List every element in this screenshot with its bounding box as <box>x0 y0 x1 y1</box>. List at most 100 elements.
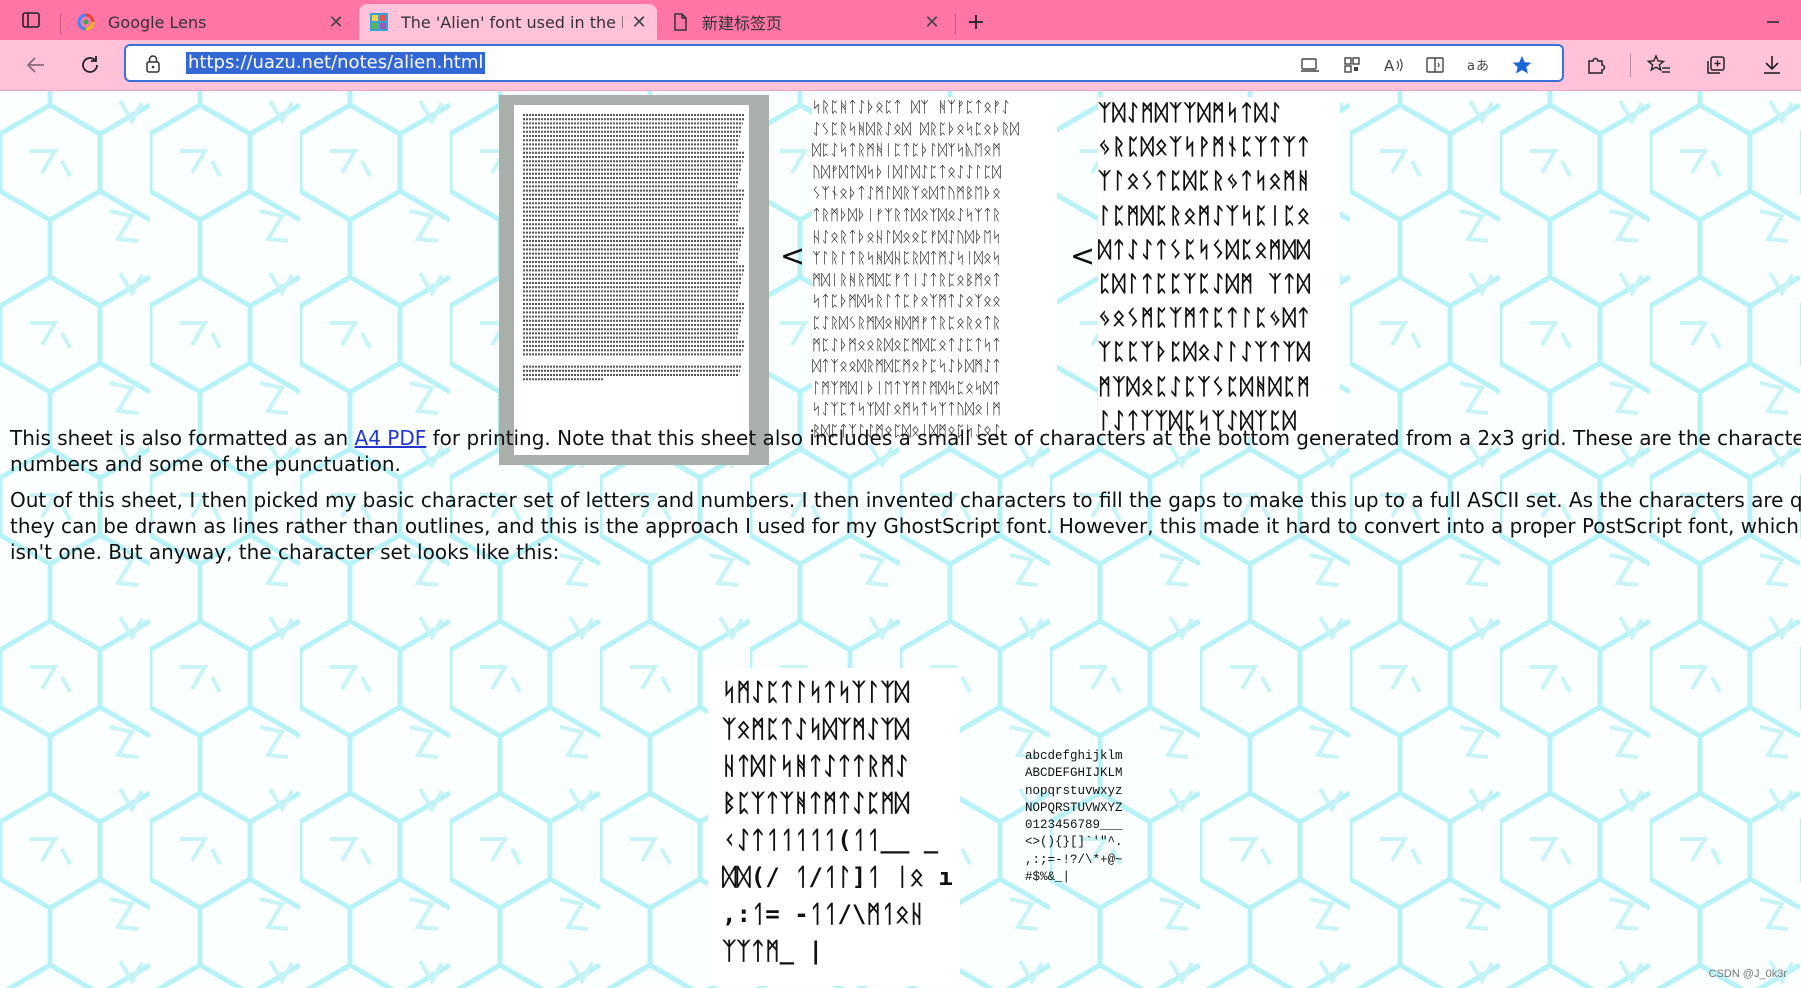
translate-icon[interactable]: aあ <box>1466 53 1490 77</box>
paragraph-line: This sheet is also formatted as an A4 PD… <box>10 425 1801 451</box>
glyph-line: ᛞᛈᛇᛋᛏᚱᛗᚻᛁᛈᛏᛈᚦᛚᛞᛉᛋᚣᛖᛟᛗ <box>812 141 1002 160</box>
charset-line: ᚲᛇᛏᛐᛐᛐᛐᛐ(ᛐᛐ__ _ <box>722 826 939 854</box>
ascii-line: 0123456789___ <box>1025 818 1123 833</box>
watermark: CSDN @J_0k3r <box>1708 968 1787 980</box>
favorites-button[interactable] <box>1643 49 1675 81</box>
url-text[interactable]: https://uazu.net/notes/alien.html <box>186 52 486 74</box>
charset-line: ᛉᛟᛗᛈᛏᛇᛋᛞᛉᛗᛇᛉᛞ <box>722 715 910 743</box>
plus-icon <box>969 15 983 29</box>
glyph-line: ᛉᛈᛈᛉᚦᛈᛞᛟᛇᛚᛇᛉᛏᛉᛞ <box>1098 340 1312 366</box>
charset-line: ᚺᛏᛞᛚᛋᚻᛏᛇᛏᛏᚱᛗᛇ <box>722 752 910 780</box>
tab-alien-font[interactable]: The 'Alien' font used in the backgro ✕ <box>359 4 657 40</box>
sheet-text-lines <box>523 114 745 381</box>
ascii-mapping-legend: abcdefghijklm ABCDEFGHIJKLM nopqrstuvwxyz N… <box>1025 748 1135 884</box>
text-span: This sheet is also formatted as an <box>10 426 355 450</box>
a4-pdf-link[interactable]: A4 PDF <box>355 426 427 450</box>
alien-sheet-thumbnail <box>499 95 769 465</box>
address-bar[interactable]: https://uazu.net/notes/alien.html A aあ <box>124 44 1564 82</box>
charset-line: ᛞᛞ(/ ᛐ/ᛐᛚ]ᛐ ᛁᛟ ı <box>722 863 953 891</box>
sheet-zoom-large: ᛉᛞᛇᛗᛞᛉᛉᛞᛗᛋᛏᛞᛇ ᛃᚱᛈᛞᛟᛉᛋᚹᛗᚾᛈᛉᛏᛉᛏ ᛉᛚᛟᛊᛏᛈᛞᛈᚱᛃᛏᛋ… <box>1098 97 1340 437</box>
close-icon[interactable]: ✕ <box>922 12 942 33</box>
read-aloud-icon[interactable]: A <box>1382 53 1406 77</box>
glyph-line: ᛞᛏᛉᛟᛟᛞᚱᛗᛞᛈᛗᛟᚹᛈᛋᛇᚦᛞᛗᛇᛏ <box>812 357 1002 376</box>
tab-actions-icon <box>22 12 40 28</box>
tab-separator <box>60 14 61 34</box>
web-page: < ᛋᚱᛈᚻᛏᛇᚦᛟᛈᛏ ᛞᛉ ᚻᛉᚠᛈᛏᛟᚠᛇ ᛇᛊᛈᚱᛋᚻᛞᚱᛇᛟᛞ ᛞᚱᛈᚦ… <box>0 91 1801 988</box>
charset-line: ,:ᛐ= -ᛐᛐ/\ᛗᛐᛟᚺ <box>722 900 924 928</box>
ascii-line: <>(){}[]`'"^. <box>1025 835 1123 850</box>
tab-new-tab[interactable]: 新建标签页 ✕ <box>660 4 952 40</box>
alien-charset-image: ᛋᛗᛇᛈᛏᛚᛋᛏᛋᛉᛚᛉᛞ ᛉᛟᛗᛈᛏᛇᛋᛞᛉᛗᛇᛉᛞ ᚺᛏᛞᛚᛋᚻᛏᛇᛏᛏᚱᛗᛇ ᛒ… <box>708 668 960 986</box>
tab-title: The 'Alien' font used in the backgro <box>401 12 623 32</box>
charset-line: ᛋᛗᛇᛈᛏᛚᛋᛏᛋᛉᛚᛉᛞ <box>722 678 910 706</box>
ascii-line: NOPQRSTUVWXYZ <box>1025 800 1123 815</box>
navigation-toolbar: https://uazu.net/notes/alien.html A aあ <box>0 40 1801 91</box>
tab-bar: Google Lens ✕ The 'Alien' font used in t… <box>0 0 1801 40</box>
favorites-list-icon <box>1647 54 1670 73</box>
immersive-reader-icon[interactable] <box>1424 53 1448 77</box>
svg-text:あ: あ <box>1476 59 1489 74</box>
glyph-line: ᛏᚱᛗᚦᛞᚦᛁᚠᛉᚱᛏᛞᛟᛉᛞᛟᛇᛋᛉᛏᚱ <box>812 205 1002 224</box>
close-icon[interactable]: ✕ <box>631 12 647 33</box>
glyph-line: ᛃᛟᛊᛗᛈᛉᛗᛏᛈᛏᛚᛈᛃᛞᛏ <box>1098 306 1312 332</box>
paragraph-line: numbers and some of the punctuation. <box>10 452 401 476</box>
paragraph-a4-pdf: This sheet is also formatted as an A4 PD… <box>10 425 1801 477</box>
refresh-button[interactable] <box>72 49 108 81</box>
glyph-line: ᛊᛉᚾᛟᚦᛏᛇᛗᛚᛞᚱᛉᛟᛞᛏᚢᛗᛒᛖᚦᛟ <box>812 184 1002 203</box>
back-arrow-icon <box>26 57 44 73</box>
glyph-line: ᛋᛏᛈᚦᛗᛞᛋᚱᛚᛏᛈᚹᛟᛉᛗᛏᛇᛟᛉᛟᛟ <box>812 292 1002 311</box>
tab-separator <box>955 14 956 34</box>
qr-code-icon[interactable] <box>1340 53 1364 77</box>
ascii-line: #$%&_| <box>1025 870 1071 885</box>
glyph-line: ᚢᛞᚠᛞᛏᛞᛋᚦᛁᛞᛚᛞᛇᛈᛏᛟᛇᛇᛚᛈᛞ <box>812 162 1002 181</box>
charset-line: ᛒᛈᛉᛏᛉᚻᛏᛗᛏᛇᛈᛗᛞ <box>722 789 910 817</box>
ascii-line: ABCDEFGHIJKLM <box>1025 766 1123 781</box>
ascii-line: ,:;=-!?/\*+@~ <box>1025 852 1123 867</box>
site-favicon-icon <box>370 13 388 31</box>
glyph-line: ᛚᛈᛗᛞᛈᚱᛟᛗᛇᛉᛋᛈᛁᛈᛟ <box>1098 203 1312 229</box>
toolbar-divider <box>1630 53 1631 77</box>
glyph-line: ᛉᛞᛇᛗᛞᛉᛉᛞᛗᛋᛏᛞᛇ <box>1098 101 1283 126</box>
paragraph-line: Out of this sheet, I then picked my basi… <box>10 488 1801 512</box>
paragraph-line: isn't one. But anyway, the character set… <box>10 540 560 564</box>
glyph-line: ᛗᛈᛇᚦᛗᛟᛟᚱᛞᛟᛈᛗᛞᛈᛟᛏᛇᛈᛏᛋᛏ <box>812 335 1002 354</box>
glyph-line: ᛞᛏᛇᛇᛏᛊᛈᛋᛊᛞᛈᛟᛗᛞᛞ <box>1098 237 1312 263</box>
back-button[interactable] <box>18 49 54 81</box>
tab-google-lens[interactable]: Google Lens ✕ <box>66 4 356 40</box>
glyph-line: ᛗᛞᛁᚱᚻᚱᛗᛞᛈᚠᛏᛁᛇᛏᚱᛈᛟᛒᛗᛟᛏ <box>812 270 1002 289</box>
download-icon <box>1764 56 1780 74</box>
puzzle-icon <box>1588 57 1606 74</box>
collections-button[interactable] <box>1700 49 1732 81</box>
minimize-icon <box>1767 21 1779 23</box>
refresh-icon <box>82 56 98 73</box>
sheet-zoom-medium: ᛋᚱᛈᚻᛏᛇᚦᛟᛈᛏ ᛞᛉ ᚻᛉᚠᛈᛏᛟᚠᛇ ᛇᛊᛈᚱᛋᚻᛞᚱᛇᛟᛞ ᛞᚱᛈᚦᛟᛋ… <box>812 97 1057 442</box>
glyph-line: ᛉᛚᛟᛊᛏᛈᛞᛈᚱᛃᛏᛋᛟᛗᚻ <box>1098 169 1312 195</box>
downloads-button[interactable] <box>1756 49 1788 81</box>
svg-text:A: A <box>1384 57 1395 74</box>
tab-title: Google Lens <box>108 12 207 32</box>
glyph-line: ᛉᛚᚱᛚᛏᚱᛋᚻᛞᚺᛈᚱᛞᛏᛗᛇᛋᛁᛞᛟᛋ <box>812 249 1002 268</box>
glyph-line: ᛈᛇᚱᛞᛊᚱᛗᛞᛟᚻᛞᛗᚠᛏᚱᛈᛟᚱᛟᛏᚱ <box>812 313 1002 332</box>
page-content: < ᛋᚱᛈᚻᛏᛇᚦᛟᛈᛏ ᛞᛉ ᚻᛉᚠᛈᛏᛟᚠᛇ ᛇᛊᛈᚱᛋᚻᛞᚱᛇᛟᛞ ᛞᚱᛈᚦ… <box>0 91 1801 988</box>
paragraph-line: they can be drawn as lines rather than o… <box>10 514 1801 538</box>
new-tab-button[interactable] <box>960 8 992 36</box>
less-than-sign: < <box>1070 239 1096 274</box>
collections-icon <box>1707 56 1725 74</box>
sheet-paper <box>514 105 749 455</box>
minimize-button[interactable] <box>1758 8 1788 36</box>
charset-line: ᛉᛉᛏᛗ_ | <box>722 937 823 965</box>
favorite-star-icon[interactable] <box>1510 53 1534 77</box>
glyph-line: ᛋᚱᛈᚻᛏᛇᚦᛟᛈᛏ ᛞᛉ ᚻᛉᚠᛈᛏᛟᚠᛇ <box>812 98 1011 116</box>
close-icon[interactable]: ✕ <box>326 12 346 33</box>
glyph-line: ᛋᛇᛉᛈᛏᛋᛉᛞᛚᛟᛗᛋᛏᛋᛉᛏᚢᛞᛟᛁᛗ <box>812 400 1002 419</box>
app-available-icon[interactable] <box>1298 53 1322 77</box>
less-than-sign: < <box>780 239 806 274</box>
paragraph-character-set: Out of this sheet, I then picked my basi… <box>10 487 1801 565</box>
tab-title: 新建标签页 <box>702 14 783 33</box>
tab-actions-button[interactable] <box>8 6 54 34</box>
lock-icon[interactable] <box>144 54 162 74</box>
extensions-button[interactable] <box>1580 49 1612 81</box>
google-lens-icon <box>77 13 95 31</box>
glyph-line: ᛚᛗᛉᛗᛞᛁᚦᛁᛖᛏᛉᛗᛚᛗᛞᛋᛈᛟᛋᛞᛏ <box>812 378 1002 397</box>
glyph-line: ᛈᛞᛚᛏᛈᛈᛉᛈᛇᛞᛗ ᛉᛏᛞ <box>1098 272 1312 298</box>
